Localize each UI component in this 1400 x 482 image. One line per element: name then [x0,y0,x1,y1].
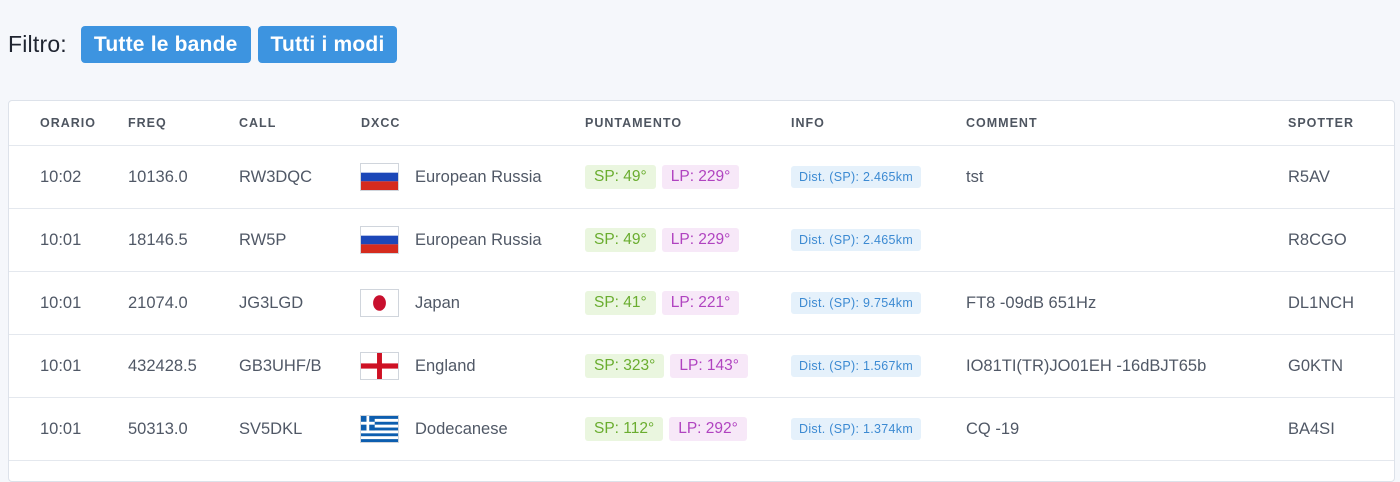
greece-flag-icon [361,416,398,442]
callsign-cell[interactable]: JG3LGD [239,272,303,334]
bearing-cell: SP: 41° LP: 221° [585,272,740,334]
england-flag-icon [361,353,398,379]
dxcc-cell: England [361,335,476,397]
spotter-cell[interactable]: DL1NCH [1288,272,1354,334]
table-row[interactable]: 10:01 432428.5 GB3UHF/B England SP: 323°… [9,335,1394,398]
header-info[interactable]: INFO [791,101,825,145]
info-cell: Dist. (SP): 2.465km [791,146,922,208]
comment-cell: tst [966,167,984,186]
short-path-badge: SP: 41° [585,291,656,315]
header-call[interactable]: CALL [239,101,276,145]
filter-label: Filtro: [8,31,67,57]
table-row[interactable]: 10:01 21074.0 JG3LGD Japan SP: 41° LP: 2… [9,272,1394,335]
distance-badge: Dist. (SP): 9.754km [791,292,922,314]
time-cell: 10:01 [40,230,82,249]
distance-badge: Dist. (SP): 1.374km [791,418,922,440]
bearing-cell: SP: 49° LP: 229° [585,146,740,208]
freq-cell: 432428.5 [128,356,197,375]
dxcc-name: Japan [415,293,460,312]
dxcc-cell: Japan [361,272,460,334]
russia-flag-icon [361,227,398,253]
freq-cell: 18146.5 [128,230,188,249]
all-bands-button[interactable]: Tutte le bande [80,26,251,63]
callsign-cell[interactable]: RW5P [239,209,286,271]
distance-badge: Dist. (SP): 2.465km [791,166,922,188]
spotter-cell[interactable]: G0KTN [1288,335,1343,397]
table-row[interactable]: 10:01 50313.0 SV5DKL Dodecanese SP: 112°… [9,398,1394,461]
distance-badge: Dist. (SP): 1.567km [791,355,922,377]
dxcc-name: European Russia [415,230,542,249]
long-path-badge: LP: 292° [669,417,747,441]
spotter-cell[interactable]: R5AV [1288,146,1330,208]
short-path-badge: SP: 112° [585,417,664,441]
freq-cell: 21074.0 [128,293,188,312]
comment-cell: CQ -19 [966,419,1020,438]
dxcc-cell: European Russia [361,209,542,271]
callsign-cell[interactable]: SV5DKL [239,398,302,460]
time-cell: 10:02 [40,167,82,186]
bearing-cell: SP: 112° LP: 292° [585,398,747,460]
header-dxcc[interactable]: DXCC [361,101,400,145]
comment-cell: IO81TI(TR)JO01EH -16dBJT65b [966,356,1207,375]
header-orario[interactable]: ORARIO [40,101,96,145]
dxcc-name: European Russia [415,167,542,186]
header-spotter[interactable]: SPOTTER [1288,101,1354,145]
all-modes-button[interactable]: Tutti i modi [257,26,398,63]
info-cell: Dist. (SP): 9.754km [791,272,922,334]
spotter-cell[interactable]: R8CGO [1288,209,1347,271]
dxcc-name: Dodecanese [415,419,508,438]
info-cell: Dist. (SP): 1.567km [791,335,922,397]
header-comment[interactable]: COMMENT [966,101,1038,145]
dxcc-cell: European Russia [361,146,542,208]
spots-table: ORARIO FREQ CALL DXCC PUNTAMENTO INFO CO… [8,100,1395,482]
distance-badge: Dist. (SP): 2.465km [791,229,922,251]
filter-bar: Filtro: Tutte le bande Tutti i modi [8,26,404,63]
long-path-badge: LP: 229° [661,228,740,252]
spotter-cell[interactable]: BA4SI [1288,398,1335,460]
table-header: ORARIO FREQ CALL DXCC PUNTAMENTO INFO CO… [9,101,1394,146]
comment-cell: FT8 -09dB 651Hz [966,293,1097,312]
time-cell: 10:01 [40,419,82,438]
time-cell: 10:01 [40,293,82,312]
bearing-cell: SP: 49° LP: 229° [585,209,740,271]
table-row[interactable]: 10:02 10136.0 RW3DQC European Russia SP:… [9,146,1394,209]
dxcc-name: England [415,356,476,375]
short-path-badge: SP: 323° [585,354,665,378]
short-path-badge: SP: 49° [585,165,656,189]
long-path-badge: LP: 221° [661,291,740,315]
long-path-badge: LP: 229° [661,165,740,189]
info-cell: Dist. (SP): 1.374km [791,398,922,460]
header-puntamento[interactable]: PUNTAMENTO [585,101,682,145]
long-path-badge: LP: 143° [670,354,748,378]
info-cell: Dist. (SP): 2.465km [791,209,922,271]
short-path-badge: SP: 49° [585,228,656,252]
dxcc-cell: Dodecanese [361,398,508,460]
freq-cell: 50313.0 [128,419,188,438]
freq-cell: 10136.0 [128,167,188,186]
bearing-cell: SP: 323° LP: 143° [585,335,748,397]
time-cell: 10:01 [40,356,82,375]
russia-flag-icon [361,164,398,190]
header-freq[interactable]: FREQ [128,101,167,145]
table-row[interactable]: 10:01 18146.5 RW5P European Russia SP: 4… [9,209,1394,272]
japan-flag-icon [361,290,398,316]
callsign-cell[interactable]: RW3DQC [239,146,312,208]
callsign-cell[interactable]: GB3UHF/B [239,335,322,397]
